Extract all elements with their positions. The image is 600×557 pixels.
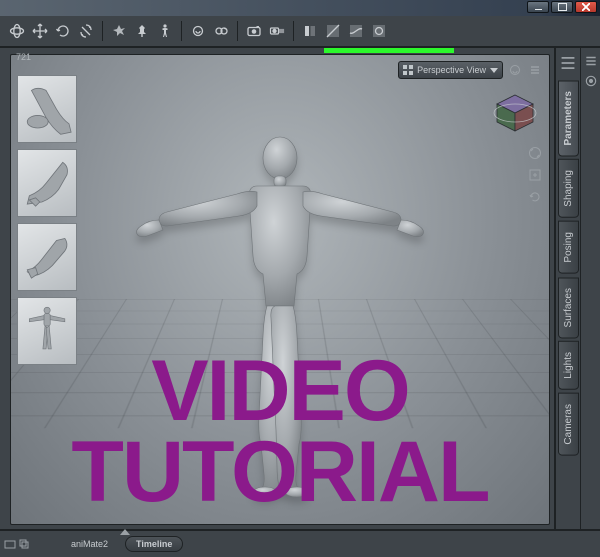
undock-icon[interactable]: [18, 538, 30, 550]
orbit-tool-button[interactable]: [6, 20, 28, 42]
reset-view-button[interactable]: [527, 189, 543, 205]
panel-options-icon[interactable]: [584, 54, 598, 68]
pin-tool-button[interactable]: [131, 20, 153, 42]
spot-render-button[interactable]: [187, 20, 209, 42]
tab-lights[interactable]: Lights: [558, 341, 579, 390]
pose-thumbnail[interactable]: [17, 223, 77, 291]
view-selector-dropdown[interactable]: Perspective View: [398, 61, 503, 79]
tab-animate2[interactable]: aniMate2: [60, 536, 119, 552]
viewport-options-button[interactable]: [507, 62, 523, 78]
dock-icon[interactable]: [4, 538, 16, 550]
viewport-menu-button[interactable]: [527, 62, 543, 78]
window-titlebar: [0, 0, 600, 16]
tab-posing[interactable]: Posing: [558, 221, 579, 274]
translate-tool-button[interactable]: [29, 20, 51, 42]
window-minimize-button[interactable]: [527, 1, 549, 13]
figure-tool-button[interactable]: [154, 20, 176, 42]
progress-bar: [324, 48, 454, 53]
tab-timeline[interactable]: Timeline: [125, 536, 183, 552]
render-button[interactable]: [243, 20, 265, 42]
toolbar-separator: [181, 21, 182, 41]
window-close-button[interactable]: [575, 1, 597, 13]
body-row: 721: [0, 48, 600, 529]
panel-settings-icon[interactable]: [584, 74, 598, 88]
frame-view-button[interactable]: [527, 167, 543, 183]
render-settings-button[interactable]: [210, 20, 232, 42]
tab-shaping[interactable]: Shaping: [558, 159, 579, 218]
viewport-pane: 721: [6, 48, 554, 529]
pose-thumbnail[interactable]: [17, 75, 77, 143]
camera-list-button[interactable]: [266, 20, 288, 42]
right-tab-strip: Parameters Shaping Posing Surfaces Light…: [554, 48, 580, 529]
tab-surfaces[interactable]: Surfaces: [558, 277, 579, 338]
scene-figure: [125, 130, 435, 503]
chevron-down-icon: [490, 68, 498, 73]
right-edge-strip: [580, 48, 600, 529]
pose-thumbnail[interactable]: [17, 297, 77, 365]
viewport-3d[interactable]: Perspective View: [10, 54, 550, 525]
expand-panel-icon[interactable]: [120, 529, 130, 535]
layout-single-button[interactable]: [299, 20, 321, 42]
pose-thumbnail-strip: [17, 75, 77, 365]
app-frame: 721: [0, 16, 600, 557]
view-selector-label: Perspective View: [417, 65, 486, 75]
scale-tool-button[interactable]: [75, 20, 97, 42]
grid-icon: [403, 65, 413, 75]
rotate-tool-button[interactable]: [52, 20, 74, 42]
pose-thumbnail[interactable]: [17, 149, 77, 217]
viewport-frame-label: 721: [16, 52, 31, 62]
main-toolbar: [0, 16, 600, 48]
panel-menu-icon[interactable]: [559, 54, 577, 72]
tab-parameters[interactable]: Parameters: [558, 80, 579, 156]
drawstyle-texture-button[interactable]: [368, 20, 390, 42]
toolbar-separator: [102, 21, 103, 41]
toolbar-separator: [237, 21, 238, 41]
drawstyle-wire-button[interactable]: [322, 20, 344, 42]
tab-cameras[interactable]: Cameras: [558, 393, 579, 456]
active-pose-tool-button[interactable]: [108, 20, 130, 42]
view-cube[interactable]: [491, 89, 539, 137]
viewport-nav-icons: [527, 145, 543, 205]
drawstyle-smooth-button[interactable]: [345, 20, 367, 42]
bottom-tab-bar: aniMate2 Timeline: [0, 529, 600, 557]
viewport-top-controls: Perspective View: [398, 61, 543, 79]
toolbar-separator: [293, 21, 294, 41]
window-maximize-button[interactable]: [551, 1, 573, 13]
orbit-view-button[interactable]: [527, 145, 543, 161]
